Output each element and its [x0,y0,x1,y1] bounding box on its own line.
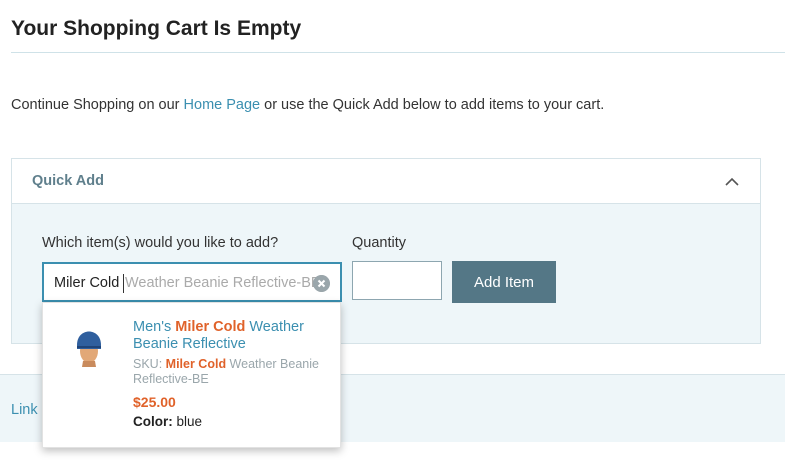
suggestion-price: $25.00 [133,394,176,410]
sku-prefix: SKU: [133,357,166,371]
clear-icon[interactable] [313,275,330,292]
intro-text: Continue Shopping on our Home Page or us… [11,97,604,113]
name-prefix: Men's [133,319,176,335]
chevron-up-icon[interactable] [724,174,740,190]
intro-after: or use the Quick Add below to add items … [260,97,605,113]
sku-match: Miler Cold [165,357,227,371]
title-divider [11,52,785,53]
item-autocomplete-hint: Weather Beanie Reflective-BE [125,275,320,291]
home-page-link[interactable]: Home Page [184,97,261,113]
autocomplete-dropdown: Men's Miler Cold Weather Beanie Reflecti… [42,302,341,448]
add-item-button[interactable]: Add Item [452,261,556,303]
quick-add-header[interactable]: Quick Add [12,159,760,204]
footer-link[interactable]: Link [11,402,38,418]
suggestion-sku: SKU: Miler Cold Weather Beanie Reflectiv… [133,357,323,387]
name-match: Miler Cold [175,319,246,335]
color-value: blue [176,414,203,429]
item-search-input[interactable]: Miler Cold Weather Beanie Reflective-BE [42,262,342,302]
product-thumbnail[interactable] [69,319,109,367]
color-label: Color: [133,414,173,429]
quantity-field-label: Quantity [352,235,406,251]
item-typed-text: Miler Cold [54,275,120,291]
text-caret [123,274,124,293]
quantity-input[interactable] [352,261,442,300]
page-title: Your Shopping Cart Is Empty [11,17,302,40]
intro-before: Continue Shopping on our [11,97,184,113]
quick-add-title: Quick Add [32,173,104,189]
suggestion-product-name[interactable]: Men's Miler Cold Weather Beanie Reflecti… [133,319,323,353]
suggestion-color: Color: blue [133,414,202,429]
item-field-label: Which item(s) would you like to add? [42,235,279,251]
